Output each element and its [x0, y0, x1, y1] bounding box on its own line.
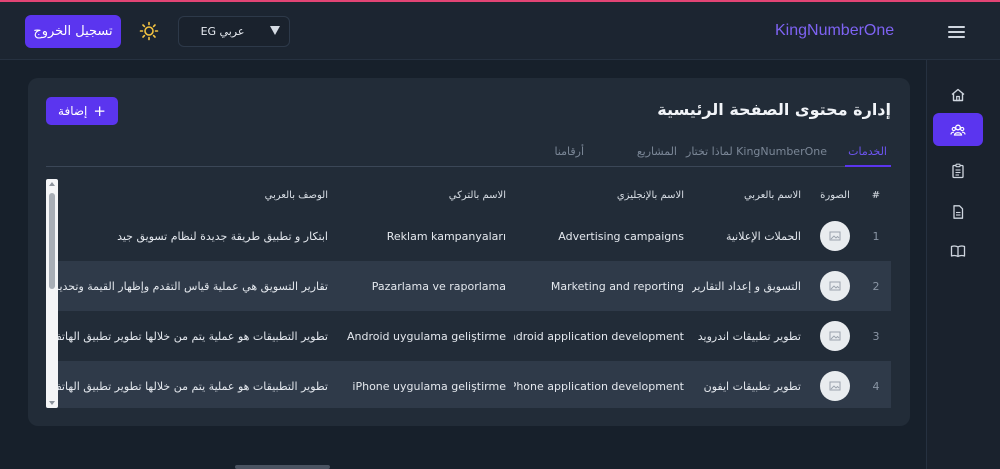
- image-placeholder: [820, 221, 850, 251]
- row-number: 4: [861, 361, 891, 408]
- image-placeholder: [820, 371, 850, 401]
- active-tab-indicator: [845, 165, 891, 167]
- cell-arabic-description: تطوير التطبيقات هو عملية يتم من خلالها ت…: [50, 329, 328, 343]
- tab-bar: الخدمات لماذا تختار KingNumberOne المشار…: [46, 143, 891, 167]
- document-icon: [953, 204, 964, 219]
- cell-turkish-name: Android uygulama geliştirme: [347, 329, 506, 343]
- tab-projects[interactable]: المشاريع: [637, 145, 677, 158]
- cell-english-name: Android application development: [514, 329, 684, 343]
- table-row[interactable]: 3 تطوير تطبيقات اندرويد Android applicat…: [46, 311, 891, 361]
- sidebar-item-document[interactable]: [933, 195, 983, 228]
- table-row[interactable]: 4 تطوير تطبيقات ايفون iPhone application…: [46, 361, 891, 408]
- cell-turkish-name: Pazarlama ve raporlama: [336, 261, 514, 311]
- cell-arabic-description: تطوير التطبيقات هو عملية يتم من خلالها ت…: [46, 361, 336, 408]
- table-row[interactable]: 1 الحملات الإعلانية Advertising campaign…: [46, 211, 891, 261]
- table-header-row: # الصورة الاسم بالعربي الاسم بالإنجليزي …: [46, 179, 891, 211]
- language-select[interactable]: EG عربي: [178, 16, 290, 47]
- cell-turkish-name: iPhone uygulama geliştirme: [336, 361, 514, 408]
- row-number: 1: [872, 229, 880, 243]
- tab-why-choose[interactable]: لماذا تختار KingNumberOne: [686, 145, 827, 158]
- add-button[interactable]: إضافة +: [46, 97, 118, 125]
- image-placeholder: [820, 271, 850, 301]
- tab-services[interactable]: الخدمات: [848, 145, 887, 158]
- hamburger-menu-icon[interactable]: [948, 26, 965, 38]
- column-header-image: الصورة: [820, 189, 850, 201]
- cell-arabic-name: الحملات الإعلانية: [725, 229, 801, 243]
- row-number: 2: [861, 261, 891, 311]
- users-icon: [950, 124, 966, 136]
- page-title: إدارة محتوى الصفحة الرئيسية: [657, 100, 891, 119]
- tab-numbers[interactable]: أرقامنا: [554, 145, 584, 158]
- column-header-number: #: [871, 189, 881, 201]
- cell-english-name: Marketing and reporting: [514, 261, 692, 311]
- column-header-english-name: الاسم بالإنجليزي: [616, 189, 684, 201]
- image-icon: [829, 381, 841, 391]
- scrollbar-thumb[interactable]: [49, 193, 55, 289]
- sun-icon[interactable]: [139, 21, 159, 41]
- home-icon: [951, 88, 965, 101]
- row-number: 3: [872, 329, 880, 343]
- book-icon: [950, 244, 966, 257]
- sidebar: [926, 60, 1000, 469]
- top-bar: تسجيل الخروج EG عربي KingNumberOne: [0, 2, 1000, 60]
- cell-arabic-description: ابتكار و تطبيق طريقة جديدة لنظام تسويق ج…: [117, 229, 328, 243]
- clipboard-icon: [952, 163, 964, 178]
- page-horizontal-scrollbar[interactable]: [235, 465, 330, 469]
- cell-arabic-description: تقارير التسويق هي عملية قياس التقدم وإظه…: [46, 261, 336, 311]
- table-row[interactable]: 2 التسويق و إعداد التقارير Marketing and…: [46, 261, 891, 311]
- triangle-down-icon: [270, 26, 280, 35]
- cell-turkish-name: Reklam kampanyaları: [386, 229, 506, 243]
- image-icon: [829, 231, 841, 241]
- scroll-down-arrow-icon[interactable]: [49, 401, 55, 405]
- column-header-arabic-name: الاسم بالعربي: [743, 189, 801, 201]
- logout-button[interactable]: تسجيل الخروج: [25, 15, 121, 48]
- content-card: إدارة محتوى الصفحة الرئيسية إضافة + الخد…: [28, 78, 910, 426]
- cell-english-name: iPhone application development: [514, 361, 692, 408]
- sidebar-item-users[interactable]: [933, 113, 983, 146]
- sidebar-item-book[interactable]: [933, 234, 983, 267]
- scroll-up-arrow-icon[interactable]: [49, 182, 55, 186]
- cell-arabic-name: تطوير تطبيقات اندرويد: [697, 329, 801, 343]
- add-button-label: إضافة: [58, 104, 88, 118]
- cell-english-name: Advertising campaigns: [558, 229, 684, 243]
- column-header-arabic-description: الوصف بالعربي: [264, 189, 328, 201]
- sidebar-item-clipboard[interactable]: [933, 154, 983, 187]
- cell-arabic-name: تطوير تطبيقات ايفون: [692, 361, 809, 408]
- language-select-value: EG عربي: [200, 25, 245, 38]
- image-icon: [829, 331, 841, 341]
- image-placeholder: [820, 321, 850, 351]
- column-header-turkish-name: الاسم بالتركي: [448, 189, 506, 201]
- plus-icon: +: [93, 101, 106, 120]
- image-icon: [829, 281, 841, 291]
- services-table: # الصورة الاسم بالعربي الاسم بالإنجليزي …: [46, 179, 891, 408]
- table-vertical-scrollbar[interactable]: [46, 179, 58, 408]
- sidebar-item-home[interactable]: [933, 78, 983, 111]
- brand-logo[interactable]: KingNumberOne: [775, 22, 894, 40]
- cell-arabic-name: التسويق و إعداد التقارير: [692, 261, 809, 311]
